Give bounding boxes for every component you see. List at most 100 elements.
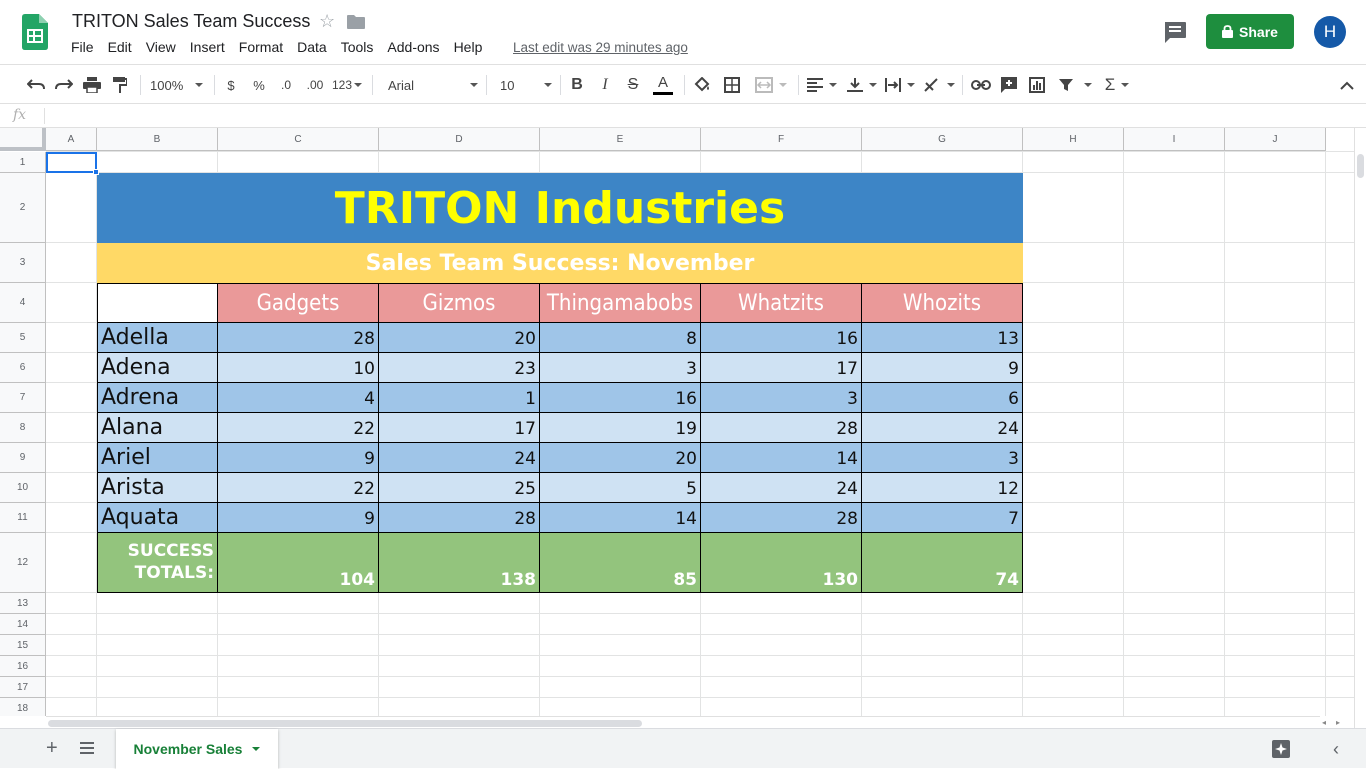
row-header-1[interactable]: 1	[0, 152, 46, 173]
sales-value-cell[interactable]: 19	[540, 413, 701, 443]
column-header-a[interactable]: A	[46, 128, 97, 151]
scroll-left-arrow-icon[interactable]: ◂	[1322, 718, 1326, 727]
subtitle-banner[interactable]: Sales Team Success: November	[97, 243, 1023, 283]
sheet-tab-menu-icon[interactable]	[252, 747, 261, 751]
row-header-13[interactable]: 13	[0, 593, 46, 614]
total-value-cell[interactable]: 138	[379, 533, 540, 593]
decrease-decimal-button[interactable]: .0	[276, 74, 296, 96]
zoom-select[interactable]: 100%	[150, 74, 206, 96]
text-rotation-icon[interactable]	[922, 74, 956, 96]
column-header-g[interactable]: G	[862, 128, 1023, 151]
currency-format-button[interactable]: $	[222, 74, 240, 96]
sales-value-cell[interactable]: 6	[862, 383, 1023, 413]
sales-value-cell[interactable]: 16	[701, 323, 862, 353]
sales-value-cell[interactable]: 14	[540, 503, 701, 533]
font-family-select[interactable]: Arial	[388, 74, 478, 96]
sales-value-cell[interactable]: 24	[701, 473, 862, 503]
sales-value-cell[interactable]: 28	[701, 503, 862, 533]
row-header-12[interactable]: 12	[0, 533, 46, 593]
sales-value-cell[interactable]: 17	[379, 413, 540, 443]
row-header-6[interactable]: 6	[0, 353, 46, 383]
sales-value-cell[interactable]: 17	[701, 353, 862, 383]
total-value-cell[interactable]: 85	[540, 533, 701, 593]
sales-value-cell[interactable]: 23	[379, 353, 540, 383]
filter-icon[interactable]	[1056, 74, 1094, 96]
column-header-f[interactable]: F	[701, 128, 862, 151]
sales-value-cell[interactable]: 1	[379, 383, 540, 413]
vertical-align-icon[interactable]	[846, 74, 878, 96]
fill-handle[interactable]	[93, 169, 99, 175]
collapse-menus-icon[interactable]	[1338, 74, 1356, 96]
horizontal-align-icon[interactable]	[806, 74, 838, 96]
table-corner-cell[interactable]	[97, 283, 218, 323]
sales-value-cell[interactable]: 10	[218, 353, 379, 383]
add-sheet-button[interactable]: +	[46, 737, 58, 760]
menu-insert[interactable]: Insert	[183, 39, 232, 59]
menu-add-ons[interactable]: Add-ons	[380, 39, 446, 59]
total-value-cell[interactable]: 74	[862, 533, 1023, 593]
functions-button[interactable]: Σ	[1100, 74, 1134, 96]
row-header-17[interactable]: 17	[0, 677, 46, 698]
increase-decimal-button[interactable]: .00	[303, 74, 327, 96]
menu-help[interactable]: Help	[447, 39, 490, 59]
sales-value-cell[interactable]: 3	[540, 353, 701, 383]
person-name[interactable]: Ariel	[97, 443, 218, 473]
row-header-14[interactable]: 14	[0, 614, 46, 635]
totals-label[interactable]: SUCCESS TOTALS:	[97, 533, 218, 593]
insert-chart-icon[interactable]	[1026, 74, 1048, 96]
row-header-10[interactable]: 10	[0, 473, 46, 503]
product-header[interactable]: Whozits	[862, 283, 1023, 323]
horizontal-scroll-thumb[interactable]	[48, 720, 642, 727]
account-avatar[interactable]: H	[1314, 16, 1346, 48]
sales-value-cell[interactable]: 8	[540, 323, 701, 353]
column-header-i[interactable]: I	[1124, 128, 1225, 151]
sales-value-cell[interactable]: 28	[218, 323, 379, 353]
share-button[interactable]: Share	[1206, 14, 1294, 49]
row-header-8[interactable]: 8	[0, 413, 46, 443]
insert-link-icon[interactable]	[970, 74, 992, 96]
row-header-16[interactable]: 16	[0, 656, 46, 677]
font-size-select[interactable]: 10	[500, 74, 552, 96]
menu-view[interactable]: View	[139, 39, 183, 59]
sales-value-cell[interactable]: 20	[379, 323, 540, 353]
person-name[interactable]: Aquata	[97, 503, 218, 533]
menu-edit[interactable]: Edit	[101, 39, 139, 59]
insert-comment-icon[interactable]	[998, 74, 1020, 96]
vertical-scrollbar[interactable]	[1354, 128, 1366, 728]
total-value-cell[interactable]: 130	[701, 533, 862, 593]
product-header[interactable]: Gizmos	[379, 283, 540, 323]
row-header-11[interactable]: 11	[0, 503, 46, 533]
strikethrough-button[interactable]: S	[624, 74, 642, 96]
select-all-corner[interactable]	[0, 128, 46, 151]
sales-value-cell[interactable]: 3	[862, 443, 1023, 473]
person-name[interactable]: Arista	[97, 473, 218, 503]
side-panel-toggle-icon[interactable]: ‹	[1333, 739, 1339, 760]
column-header-h[interactable]: H	[1023, 128, 1124, 151]
sales-value-cell[interactable]: 28	[701, 413, 862, 443]
sales-value-cell[interactable]: 9	[218, 443, 379, 473]
row-header-4[interactable]: 4	[0, 283, 46, 323]
banner-title[interactable]: TRITON Industries	[97, 173, 1023, 243]
merge-cells-icon[interactable]	[751, 74, 791, 96]
paint-format-icon[interactable]	[109, 74, 131, 96]
menu-tools[interactable]: Tools	[334, 39, 381, 59]
product-header[interactable]: Whatzits	[701, 283, 862, 323]
row-header-2[interactable]: 2	[0, 173, 46, 243]
column-header-d[interactable]: D	[379, 128, 540, 151]
person-name[interactable]: Alana	[97, 413, 218, 443]
row-header-15[interactable]: 15	[0, 635, 46, 656]
vertical-scroll-thumb[interactable]	[1357, 154, 1364, 178]
more-formats-button[interactable]: 123	[331, 74, 363, 96]
sales-value-cell[interactable]: 5	[540, 473, 701, 503]
column-header-b[interactable]: B	[97, 128, 218, 151]
row-header-3[interactable]: 3	[0, 243, 46, 283]
person-name[interactable]: Adella	[97, 323, 218, 353]
sales-value-cell[interactable]: 28	[379, 503, 540, 533]
scroll-right-arrow-icon[interactable]: ▸	[1336, 718, 1340, 727]
text-wrapping-icon[interactable]	[884, 74, 916, 96]
column-header-j[interactable]: J	[1225, 128, 1326, 151]
borders-icon[interactable]	[721, 74, 743, 96]
row-header-7[interactable]: 7	[0, 383, 46, 413]
fill-color-icon[interactable]	[692, 74, 712, 96]
product-header[interactable]: Gadgets	[218, 283, 379, 323]
